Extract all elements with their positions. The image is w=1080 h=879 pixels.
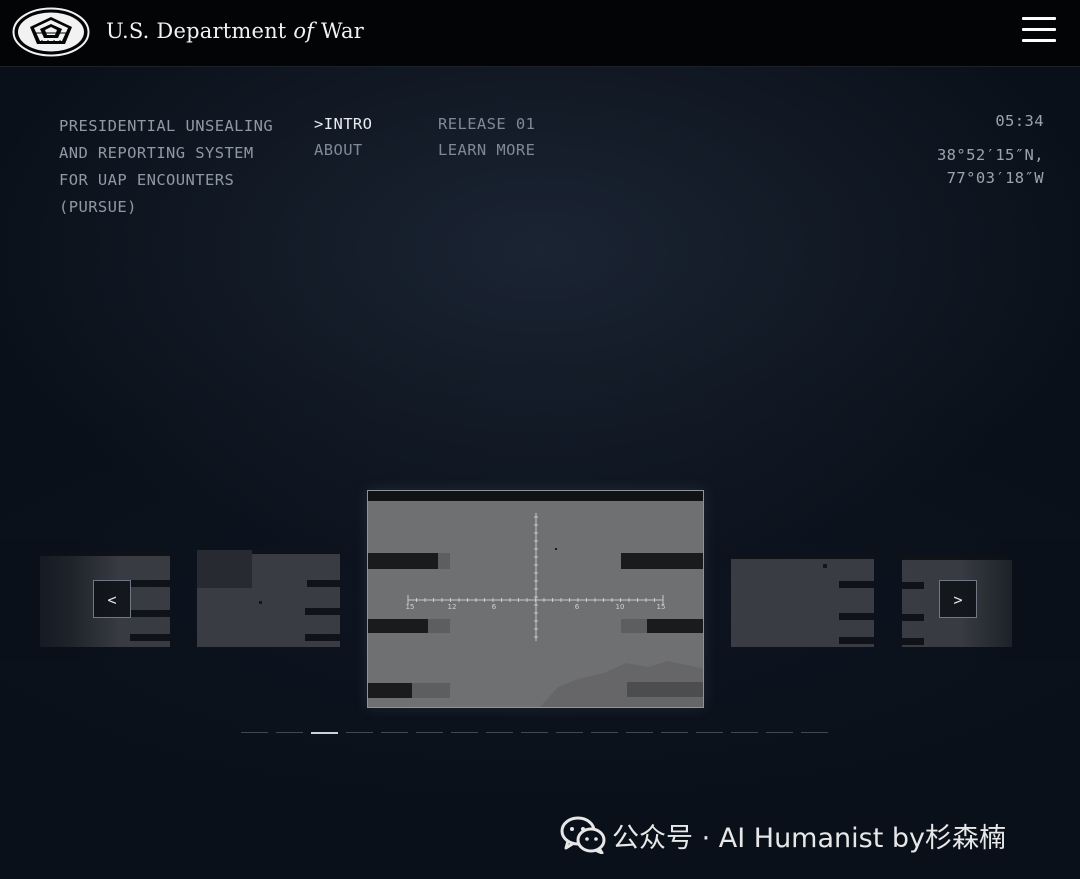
- wechat-icon: [560, 816, 606, 854]
- carousel-page-dash[interactable]: [346, 732, 373, 733]
- carousel-prev-button[interactable]: <: [93, 580, 131, 618]
- carousel-fade-right: [960, 540, 1080, 660]
- targeting-reticle: 15 12 6 6 10 15: [406, 513, 703, 707]
- reticle-scale-label: 15: [657, 603, 666, 611]
- carousel-page-dash[interactable]: [311, 732, 338, 734]
- carousel-page-dash[interactable]: [276, 732, 303, 733]
- reticle-scale-label: 6: [492, 603, 497, 611]
- system-title-line: PRESIDENTIAL UNSEALING: [59, 117, 274, 135]
- active-video-frame[interactable]: 15 12 6 6 10 15: [367, 490, 704, 708]
- carousel-page-dash[interactable]: [416, 732, 443, 733]
- carousel-page-dash[interactable]: [381, 732, 408, 733]
- carousel-page-dash[interactable]: [801, 732, 828, 733]
- reticle-scale-label: 15: [406, 603, 415, 611]
- brand-prefix: U.S. Department: [106, 19, 294, 43]
- carousel-page-dash[interactable]: [626, 732, 653, 733]
- brand-suffix: War: [314, 19, 364, 43]
- coordinates: 38°52′15″N, 77°03′18″W: [937, 144, 1044, 190]
- carousel-page-dash[interactable]: [556, 732, 583, 733]
- local-time: 05:34: [995, 112, 1044, 130]
- carousel-thumbnail[interactable]: [197, 550, 340, 647]
- nav-intro-link[interactable]: >INTRO: [314, 112, 372, 138]
- department-title[interactable]: U.S. Department of War: [106, 19, 364, 43]
- system-title: PRESIDENTIAL UNSEALING AND REPORTING SYS…: [59, 113, 273, 221]
- reticle-scale-label: 6: [575, 603, 580, 611]
- nav-about-link[interactable]: ABOUT: [314, 138, 372, 164]
- nav-learn-more-link[interactable]: LEARN MORE: [438, 138, 535, 164]
- carousel-page-dash[interactable]: [486, 732, 513, 733]
- carousel-page-dash[interactable]: [451, 732, 478, 733]
- hamburger-menu-icon[interactable]: [1020, 15, 1058, 45]
- nav-release-link[interactable]: RELEASE 01: [438, 112, 535, 138]
- carousel-page-dash[interactable]: [241, 732, 268, 733]
- top-navigation-bar: U.S. Department of War: [0, 0, 1080, 67]
- pentagon-seal-icon[interactable]: [12, 7, 90, 57]
- system-title-line: (PURSUE): [59, 198, 137, 216]
- carousel-page-dash[interactable]: [591, 732, 618, 733]
- brand-of: of: [293, 19, 315, 43]
- longitude: 77°03′18″W: [946, 169, 1044, 187]
- carousel-page-dash[interactable]: [696, 732, 723, 733]
- carousel-page-dash[interactable]: [766, 732, 793, 733]
- reticle-scale-label: 12: [448, 603, 457, 611]
- carousel-page-dash[interactable]: [731, 732, 758, 733]
- watermark-text: 公众号 · AI Humanist by杉森楠: [612, 823, 1006, 854]
- secondary-nav: RELEASE 01 LEARN MORE: [438, 112, 535, 163]
- latitude: 38°52′15″N,: [936, 146, 1044, 164]
- primary-nav: >INTRO ABOUT: [314, 112, 372, 163]
- carousel-next-button[interactable]: >: [939, 580, 977, 618]
- reticle-scale-label: 10: [616, 603, 625, 611]
- carousel-thumbnail[interactable]: [731, 555, 874, 647]
- carousel-page-dash[interactable]: [661, 732, 688, 733]
- carousel-page-dash[interactable]: [521, 732, 548, 733]
- system-title-line: AND REPORTING SYSTEM: [59, 144, 254, 162]
- system-title-line: FOR UAP ENCOUNTERS: [59, 171, 235, 189]
